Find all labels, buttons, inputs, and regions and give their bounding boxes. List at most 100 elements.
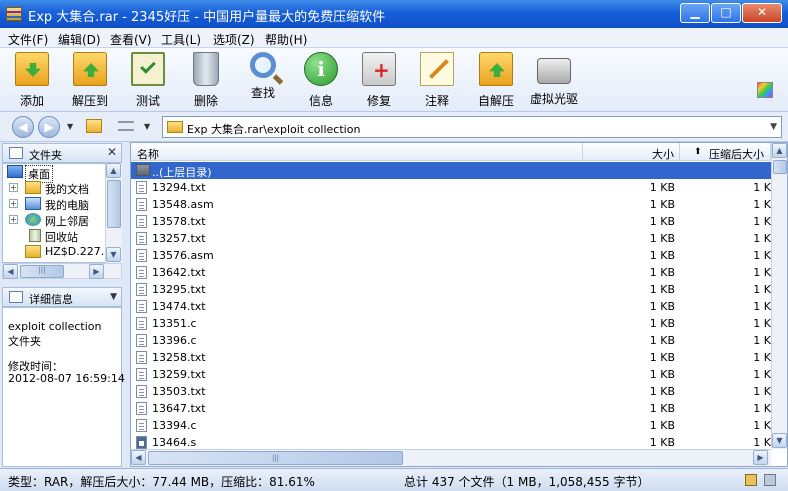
scroll-right-button[interactable]: ▶ xyxy=(89,264,104,279)
file-row[interactable]: 13474.txt 1 KB 1 K xyxy=(131,298,771,315)
scroll-right-button[interactable]: ▶ xyxy=(753,450,768,465)
file-icon xyxy=(136,266,147,279)
list-vertical-scrollbar[interactable]: ▲ ▼ xyxy=(771,143,787,449)
file-row[interactable]: 13396.c 1 KB 1 K xyxy=(131,332,771,349)
scroll-thumb[interactable]: ||| xyxy=(20,265,64,278)
file-size: 1 KB xyxy=(649,300,675,313)
scroll-thumb[interactable] xyxy=(773,160,787,174)
folders-pane-header: 文件夹 ✕ xyxy=(2,143,122,163)
collapse-icon[interactable]: ▼ xyxy=(110,292,117,302)
file-packed-size: 1 K xyxy=(753,351,771,364)
file-name: 13647.txt xyxy=(152,402,206,415)
scroll-left-button[interactable]: ◀ xyxy=(131,450,146,465)
file-row[interactable]: 13503.txt 1 KB 1 K xyxy=(131,383,771,400)
address-dropdown-icon[interactable]: ▼ xyxy=(770,122,777,132)
column-name[interactable]: 名称 xyxy=(131,143,583,161)
details-name: exploit collection xyxy=(8,320,102,333)
delete-button[interactable]: 删除 xyxy=(178,52,234,110)
scroll-up-button[interactable]: ▲ xyxy=(106,163,121,178)
back-button[interactable]: ◀ xyxy=(12,116,34,138)
recycle-bin-icon xyxy=(29,229,41,242)
file-packed-size: 1 K xyxy=(753,283,771,296)
file-name: 13259.txt xyxy=(152,368,206,381)
file-icon xyxy=(136,317,147,330)
sfx-button[interactable]: 自解压 xyxy=(468,52,524,110)
sort-ascending-icon: ⬆ xyxy=(694,147,702,157)
info-label: 信息 xyxy=(308,94,333,108)
menu-options[interactable]: 选项(Z) xyxy=(213,31,255,48)
repair-button[interactable]: 修复 xyxy=(351,52,407,110)
scroll-down-button[interactable]: ▼ xyxy=(772,433,787,448)
menu-tools[interactable]: 工具(L) xyxy=(161,31,201,48)
file-size: 1 KB xyxy=(649,419,675,432)
scroll-left-button[interactable]: ◀ xyxy=(3,264,18,279)
extract-button[interactable]: 解压到 xyxy=(62,52,118,110)
info-icon: i xyxy=(304,52,338,86)
scroll-thumb[interactable] xyxy=(107,180,121,228)
file-row[interactable]: 13258.txt 1 KB 1 K xyxy=(131,349,771,366)
file-icon xyxy=(136,402,147,415)
extract-label: 解压到 xyxy=(71,94,108,108)
file-size: 1 KB xyxy=(649,436,675,449)
close-pane-icon[interactable]: ✕ xyxy=(107,145,117,159)
details-pane-title: 详细信息 xyxy=(29,293,73,306)
expand-icon[interactable]: + xyxy=(9,199,18,208)
file-row[interactable]: 13294.txt 1 KB 1 K xyxy=(131,179,771,196)
tree-horizontal-scrollbar[interactable]: ◀ ||| ▶ xyxy=(2,263,122,279)
skin-palette-icon[interactable] xyxy=(757,82,773,98)
file-packed-size: 1 K xyxy=(753,181,771,194)
file-row[interactable]: 13295.txt 1 KB 1 K xyxy=(131,281,771,298)
forward-button[interactable]: ▶ xyxy=(38,116,60,138)
scroll-up-button[interactable]: ▲ xyxy=(772,143,787,158)
tree-vertical-scrollbar[interactable]: ▲ ▼ xyxy=(105,163,122,263)
file-icon xyxy=(136,351,147,364)
file-row[interactable]: 13647.txt 1 KB 1 K xyxy=(131,400,771,417)
view-mode-icon[interactable] xyxy=(118,121,134,131)
file-icon xyxy=(136,181,147,194)
find-button[interactable]: 查找 xyxy=(235,52,291,110)
sfx-label: 自解压 xyxy=(477,94,514,108)
file-packed-size: 1 K xyxy=(753,266,771,279)
column-packed-size[interactable]: ⬆ 压缩后大小 xyxy=(680,143,771,161)
up-folder-icon[interactable] xyxy=(86,119,102,133)
file-row[interactable]: 13578.txt 1 KB 1 K xyxy=(131,213,771,230)
scroll-thumb[interactable]: ||| xyxy=(148,451,403,465)
column-size-label: 大小 xyxy=(652,148,674,161)
file-row[interactable]: 13642.txt 1 KB 1 K xyxy=(131,264,771,281)
expand-icon[interactable]: + xyxy=(9,215,18,224)
info-button[interactable]: i 信息 xyxy=(293,52,349,110)
file-row[interactable]: 13548.asm 1 KB 1 K xyxy=(131,196,771,213)
address-field[interactable]: Exp 大集合.rar\exploit collection ▼ xyxy=(162,116,782,138)
menu-bar: 文件(F) 编辑(D) 查看(V) 工具(L) 选项(Z) 帮助(H) xyxy=(0,28,788,48)
file-icon xyxy=(136,419,147,432)
expand-icon[interactable]: + xyxy=(9,183,18,192)
file-packed-size: 1 K xyxy=(753,232,771,245)
file-row[interactable]: 13351.c 1 KB 1 K xyxy=(131,315,771,332)
parent-directory-row[interactable]: ..(上层目录) xyxy=(131,162,771,179)
comment-button[interactable]: 注释 xyxy=(409,52,465,110)
status-totals: 总计 437 个文件（1 MB，1,058,455 字节） xyxy=(404,475,650,489)
menu-file[interactable]: 文件(F) xyxy=(8,31,48,48)
minimize-button[interactable]: ▁ xyxy=(680,3,710,23)
file-row[interactable]: 13576.asm 1 KB 1 K xyxy=(131,247,771,264)
file-row[interactable]: 13259.txt 1 KB 1 K xyxy=(131,366,771,383)
test-button[interactable]: 测试 xyxy=(120,52,176,110)
column-size[interactable]: 大小 xyxy=(583,143,680,161)
maximize-button[interactable]: □ xyxy=(711,3,741,23)
file-row[interactable]: 13394.c 1 KB 1 K xyxy=(131,417,771,434)
file-row[interactable]: 13257.txt 1 KB 1 K xyxy=(131,230,771,247)
scroll-down-button[interactable]: ▼ xyxy=(106,247,121,262)
file-icon xyxy=(136,300,147,313)
close-button[interactable]: ✕ xyxy=(742,3,782,23)
list-horizontal-scrollbar[interactable]: ◀ ||| ▶ xyxy=(131,449,771,466)
virtual-drive-button[interactable]: 虚拟光驱 xyxy=(526,52,582,110)
folders-pane-title: 文件夹 xyxy=(29,149,62,162)
view-dropdown-icon[interactable]: ▼ xyxy=(144,122,150,131)
menu-view[interactable]: 查看(V) xyxy=(110,31,152,48)
details-pane-header[interactable]: 详细信息 ▼ xyxy=(2,287,122,307)
menu-help[interactable]: 帮助(H) xyxy=(265,31,307,48)
menu-edit[interactable]: 编辑(D) xyxy=(58,31,101,48)
file-size: 1 KB xyxy=(649,334,675,347)
add-button[interactable]: 添加 xyxy=(4,52,60,110)
history-dropdown-icon[interactable]: ▼ xyxy=(67,122,73,131)
